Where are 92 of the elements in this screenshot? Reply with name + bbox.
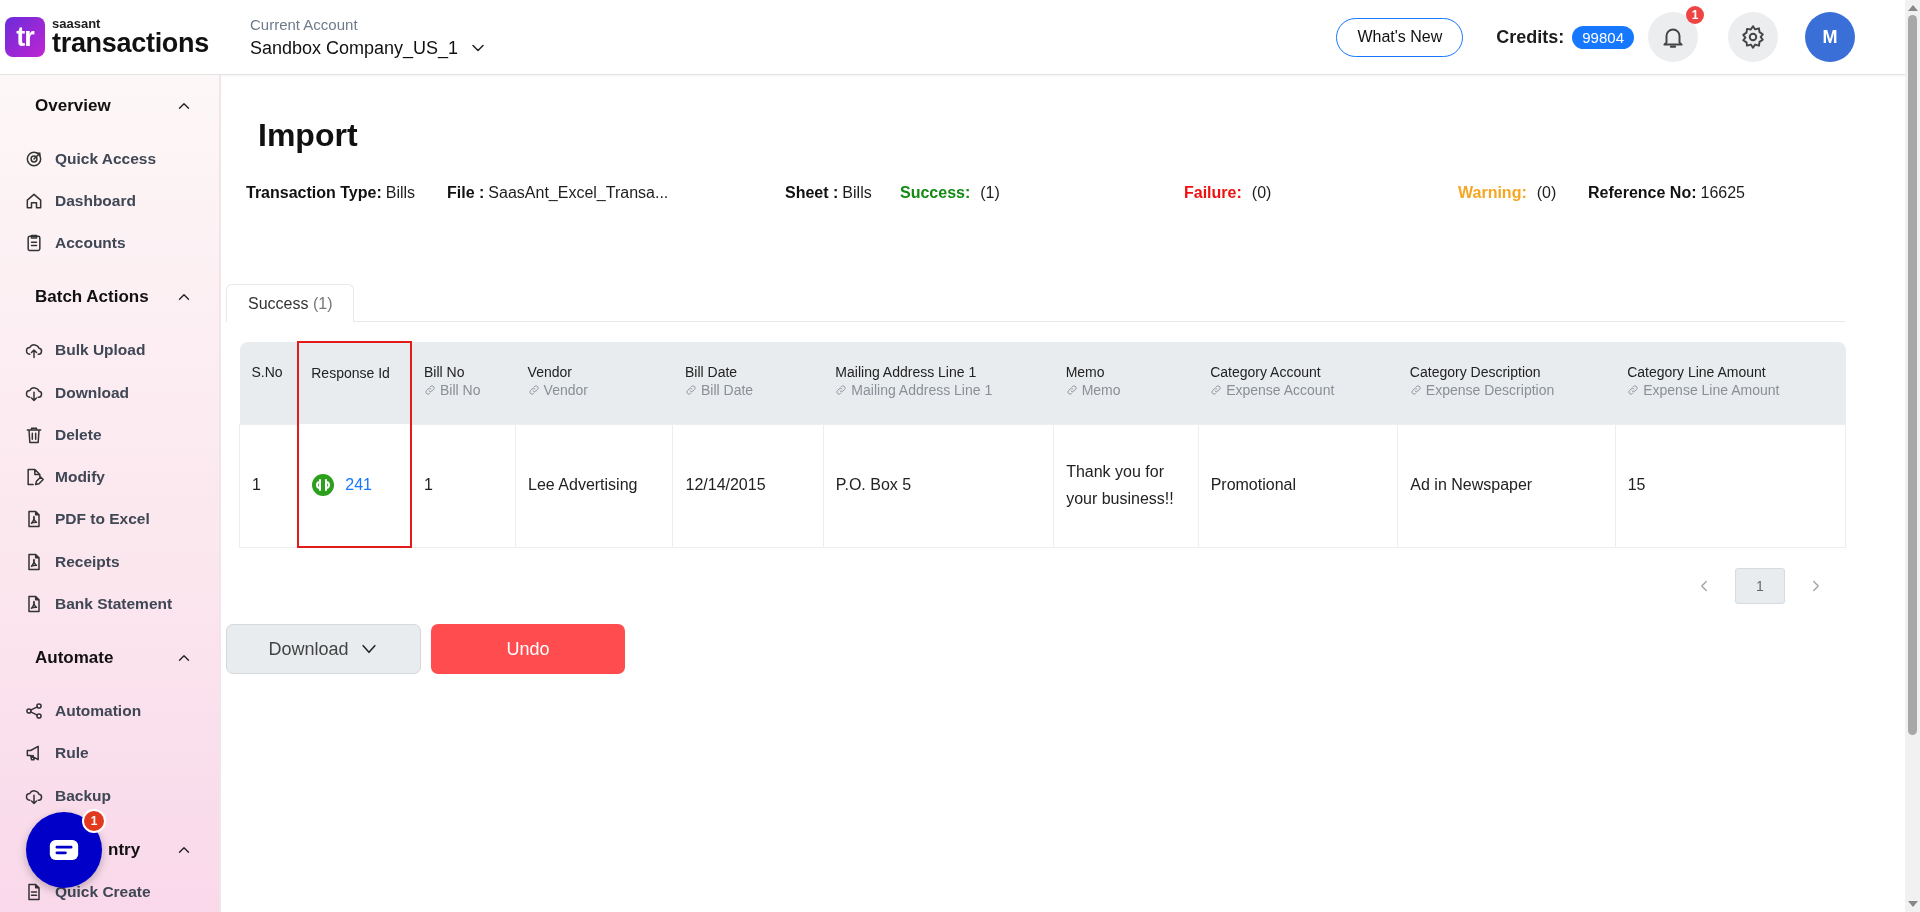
- link-icon: [1210, 384, 1223, 396]
- summary-label: Reference No:: [1588, 184, 1697, 202]
- column-header: Mailing Address Line 1: [835, 364, 978, 380]
- column-header: Response Id: [311, 365, 391, 381]
- sidebar-item[interactable]: Rule: [24, 742, 89, 765]
- sidebar-item[interactable]: Backup: [24, 784, 111, 807]
- sidebar-item[interactable]: Download: [24, 381, 130, 404]
- link-icon: [1065, 384, 1078, 396]
- sidebar-item[interactable]: Quick Create: [24, 880, 151, 903]
- column-header: Category Line Amount: [1627, 364, 1767, 380]
- sidebar-item[interactable]: Accounts: [24, 232, 126, 255]
- brand-name: transactions: [52, 30, 209, 57]
- sidebar-item[interactable]: Modify: [24, 466, 105, 488]
- link-icon: [685, 384, 697, 396]
- summary-value: (1): [980, 184, 1000, 202]
- section-heading: Automate: [35, 648, 114, 669]
- sidebar-item[interactable]: PDF to Excel: [24, 508, 150, 531]
- table-cell: 15: [1627, 476, 1646, 494]
- link-icon: [1409, 384, 1422, 396]
- response-link[interactable]: 241: [311, 471, 398, 499]
- clipboard-icon: [24, 233, 44, 254]
- link-icon: [424, 384, 436, 396]
- credits-badge: 99804: [1572, 25, 1634, 49]
- app-logo: tr: [5, 17, 45, 57]
- column-mapping: Mailing Address Line 1: [835, 382, 1042, 398]
- sidebar-item[interactable]: Automation: [24, 700, 142, 722]
- sidebar-item[interactable]: Delete: [24, 423, 102, 446]
- column-header: S.No: [251, 364, 284, 380]
- table-cell: Ad in Newspaper: [1410, 476, 1533, 494]
- scroll-down-icon[interactable]: [1907, 901, 1918, 907]
- column-mapping: Vendor: [527, 382, 661, 398]
- summary-label: Transaction Type:: [246, 184, 382, 202]
- sidebar-item[interactable]: Bulk Upload: [24, 339, 146, 362]
- section-heading: Overview: [35, 95, 111, 116]
- column-header: Memo: [1065, 364, 1106, 380]
- sidebar-item[interactable]: Dashboard: [24, 190, 136, 212]
- column-header: Bill Date: [685, 364, 739, 380]
- table-cell: Promotional: [1210, 476, 1296, 494]
- sidebar-item[interactable]: Receipts: [24, 550, 120, 573]
- column-header: Category Account: [1210, 364, 1322, 380]
- file-edit-icon: [24, 467, 44, 488]
- summary-label: Sheet :: [785, 184, 839, 202]
- summary-label: Failure:: [1184, 184, 1242, 202]
- summary-label: File :: [447, 184, 485, 202]
- section-heading: Batch Actions: [35, 287, 149, 308]
- credits-label: Credits:: [1496, 26, 1565, 48]
- summary-value: (0): [1536, 184, 1557, 202]
- summary-label: Success:: [900, 184, 971, 202]
- summary-value: 16625: [1700, 184, 1745, 202]
- summary-value: SaasAnt_Excel_Transa...: [488, 184, 669, 202]
- table-cell: Lee Advertising: [528, 476, 638, 494]
- result-tab[interactable]: Success (1): [226, 284, 355, 322]
- table-cell: P.O. Box 5: [835, 476, 912, 494]
- link-icon: [835, 384, 848, 396]
- table-cell: Thank you for your business!!: [1066, 463, 1174, 507]
- summary-value: (0): [1251, 184, 1272, 202]
- sidebar-item[interactable]: Bank Statement: [24, 593, 173, 615]
- summary-label: Warning:: [1458, 184, 1527, 202]
- column-mapping: Expense Description: [1409, 382, 1604, 398]
- column-mapping: Expense Line Amount: [1627, 382, 1834, 398]
- summary-value: Bills: [842, 184, 872, 202]
- whats-new-button[interactable]: What's New: [1336, 17, 1464, 57]
- scrollbar[interactable]: [1905, 0, 1920, 912]
- notifications-button[interactable]: [1648, 12, 1698, 62]
- page-title: Import: [258, 117, 359, 154]
- download-button[interactable]: Download: [226, 624, 421, 674]
- column-header: Category Description: [1409, 364, 1542, 380]
- user-avatar[interactable]: M: [1805, 12, 1855, 62]
- brand-subtitle: saasant: [52, 17, 102, 30]
- notification-badge: 1: [1686, 6, 1704, 24]
- summary-value: Bills: [385, 184, 416, 202]
- sidebar-item[interactable]: Quick Access: [24, 147, 157, 170]
- account-label: Current Account: [250, 15, 359, 33]
- share-icon: [24, 701, 44, 721]
- settings-button[interactable]: [1728, 12, 1778, 62]
- scroll-thumb[interactable]: [1908, 15, 1917, 735]
- settings-icon: [1740, 24, 1766, 50]
- column-mapping: Expense Account: [1210, 382, 1386, 398]
- account-dropdown[interactable]: Sandbox Company_US_1: [250, 37, 489, 59]
- column-mapping: Memo: [1065, 382, 1187, 398]
- table-cell: 1: [424, 476, 433, 494]
- accounting-logo-icon: [311, 473, 336, 497]
- section-heading: ntry: [108, 839, 141, 860]
- column-mapping: Bill Date: [685, 382, 812, 398]
- column-header: Bill No: [424, 364, 466, 380]
- page-button[interactable]: 1: [1735, 568, 1785, 604]
- table-cell: 12/14/2015: [685, 476, 766, 494]
- table-cell: 1: [252, 476, 261, 494]
- column-mapping: Bill No: [424, 382, 504, 398]
- link-icon: [527, 384, 540, 396]
- column-header: Vendor: [527, 364, 573, 380]
- link-icon: [1627, 384, 1640, 396]
